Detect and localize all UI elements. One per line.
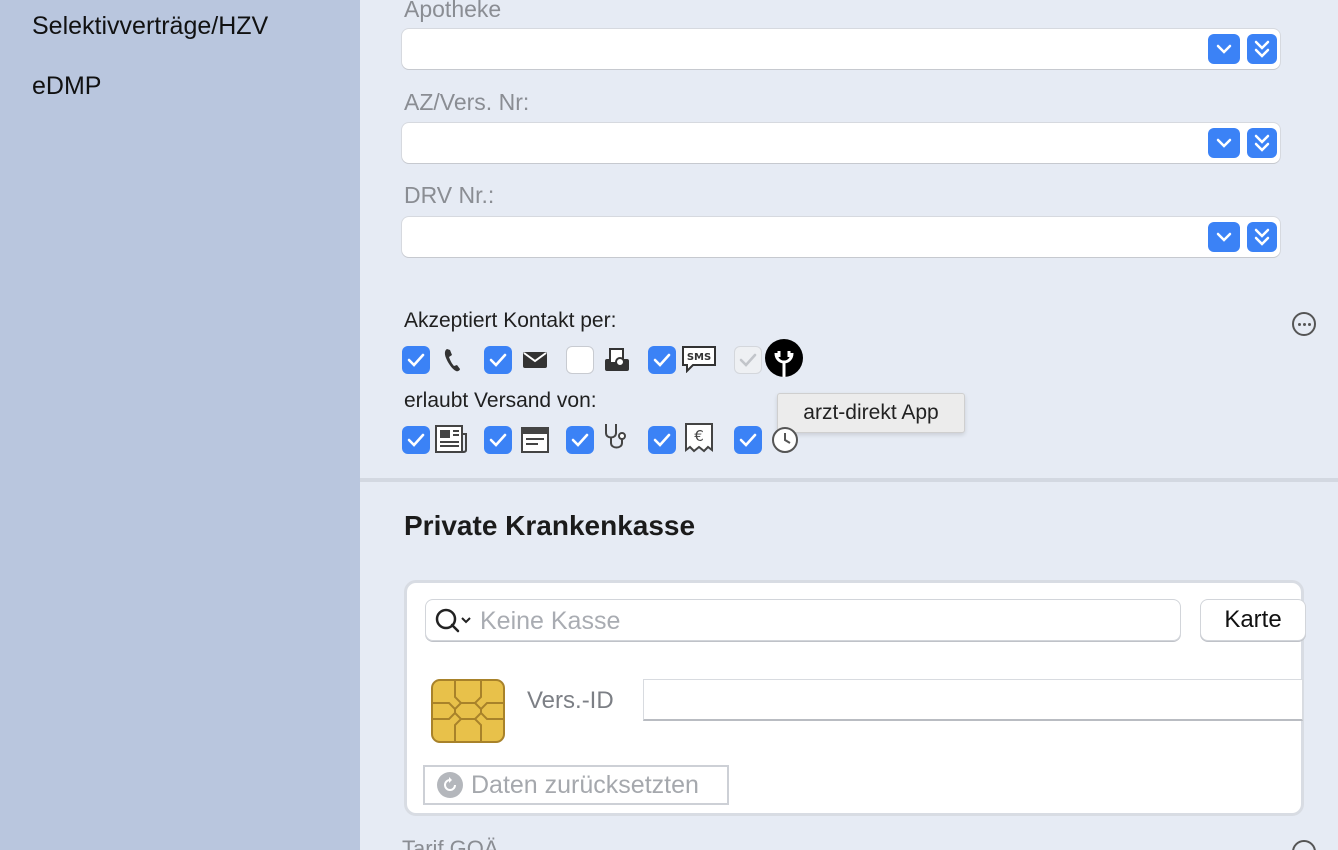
double-chevron-down-icon [1254,228,1270,246]
checkmark-icon [571,433,589,447]
search-icon [434,607,474,635]
chevron-down-icon [1216,44,1232,54]
invoice-euro-icon: € [682,421,716,455]
checkmark-icon [489,433,507,447]
contact-arzt-direkt-checkbox[interactable] [734,346,762,374]
dispatch-invoice-checkbox[interactable] [648,426,676,454]
az-expand-button[interactable] [1247,128,1277,158]
calendar-icon [518,422,552,456]
newspaper-icon [434,422,468,456]
vers-id-input[interactable] [643,679,1303,721]
more-options-icon[interactable] [1292,312,1316,336]
tooltip: arzt-direkt App [777,393,965,433]
contact-mail-checkbox[interactable] [484,346,512,374]
checkmark-icon [653,433,671,447]
stethoscope-icon [598,420,632,454]
svg-text:SMS: SMS [687,352,711,363]
main-panel: Apotheke AZ/Vers. Nr: DRV Nr.: Akzeptier… [360,0,1338,850]
double-chevron-down-icon [1254,134,1270,152]
svg-text:€: € [694,427,704,445]
double-chevron-down-icon [1254,40,1270,58]
kasse-search-placeholder: Keine Kasse [480,607,621,635]
section-divider [360,478,1338,482]
az-vers-nr-combobox[interactable] [402,123,1280,163]
checkmark-icon [489,353,507,367]
dispatch-medical-checkbox[interactable] [566,426,594,454]
chevron-down-icon [1216,138,1232,148]
az-vers-nr-label: AZ/Vers. Nr: [404,89,530,115]
contact-label: Akzeptiert Kontakt per: [404,309,617,332]
phone-icon [436,343,470,377]
arzt-direkt-app-icon [764,339,804,379]
pkv-title: Private Krankenkasse [404,510,696,541]
sms-icon: SMS [680,342,718,376]
contact-fax-checkbox[interactable] [566,346,594,374]
refresh-icon [437,772,463,798]
checkmark-icon [739,433,757,447]
apotheke-combobox[interactable] [402,29,1280,69]
sidebar-item-selektivvertraege[interactable]: Selektivverträge/HZV [32,12,268,41]
reset-data-label: Daten zurücksetzten [471,770,699,799]
dispatch-newsletter-checkbox[interactable] [402,426,430,454]
drv-nr-combobox[interactable] [402,217,1280,257]
tarif-more-icon[interactable] [1292,840,1316,850]
kasse-search-input[interactable]: Keine Kasse [425,599,1181,641]
mail-icon [518,343,552,377]
reset-data-button[interactable]: Daten zurücksetzten [423,765,729,805]
chevron-down-icon [1216,232,1232,242]
sidebar-item-edmp[interactable]: eDMP [32,72,101,101]
dispatch-label: erlaubt Versand von: [404,389,597,412]
pkv-card: Keine Kasse Karte Vers.-ID Daten zurücks… [404,580,1306,816]
checkmark-icon [407,433,425,447]
contact-phone-checkbox[interactable] [402,346,430,374]
apotheke-dropdown-button[interactable] [1208,34,1240,64]
az-dropdown-button[interactable] [1208,128,1240,158]
checkmark-icon [653,353,671,367]
drv-expand-button[interactable] [1247,222,1277,252]
dispatch-reminder-checkbox[interactable] [734,426,762,454]
contact-sms-checkbox[interactable] [648,346,676,374]
tarif-goae-label: Tarif GOÄ [402,836,499,850]
fax-icon [600,343,634,377]
apotheke-expand-button[interactable] [1247,34,1277,64]
insurance-card-chip-icon [431,679,505,743]
apotheke-label: Apotheke [404,0,502,22]
drv-dropdown-button[interactable] [1208,222,1240,252]
checkmark-icon [739,353,757,367]
checkmark-icon [407,353,425,367]
vers-id-label: Vers.-ID [527,687,614,714]
reminder-clock-icon [766,422,800,456]
drv-nr-label: DRV Nr.: [404,182,495,208]
dispatch-appointment-checkbox[interactable] [484,426,512,454]
sidebar: Selektivverträge/HZV eDMP [0,0,360,850]
karte-button[interactable]: Karte [1200,599,1306,641]
